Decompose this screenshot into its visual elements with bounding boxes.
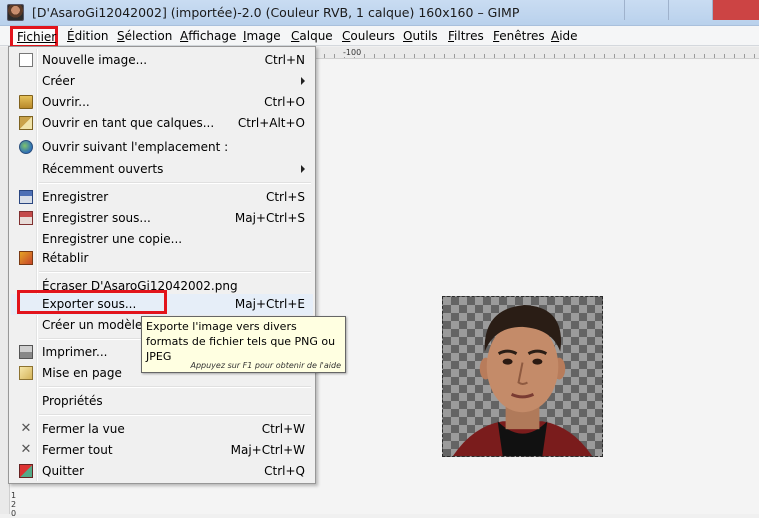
- menu-item-quitter[interactable]: Quitter Ctrl+Q: [11, 461, 313, 482]
- open-folder-icon: [19, 95, 33, 109]
- menu-fichier[interactable]: Fichier: [10, 26, 58, 48]
- menu-aide[interactable]: Aide: [551, 29, 578, 43]
- image-canvas[interactable]: [442, 296, 603, 457]
- tooltip-hint: Appuyez sur F1 pour obtenir de l'aide: [190, 361, 341, 370]
- menu-fenetres[interactable]: Fenêtres: [493, 29, 545, 43]
- menu-affichage[interactable]: Affichage: [180, 29, 236, 43]
- tooltip: Exporte l'image vers divers formats de f…: [141, 316, 346, 373]
- menu-item-fermer-vue[interactable]: ✕ Fermer la vue Ctrl+W: [11, 419, 313, 440]
- menu-item-label: Récemment ouverts: [42, 162, 164, 176]
- menu-item-shortcut: Ctrl+W: [261, 422, 305, 436]
- menu-item-shortcut: Ctrl+Q: [264, 464, 305, 478]
- close-window-button[interactable]: [712, 0, 759, 20]
- layers-icon: [19, 116, 33, 130]
- minimize-button[interactable]: [624, 0, 668, 20]
- menu-item-enregistrer-copie[interactable]: Enregistrer une copie...: [11, 229, 313, 250]
- page-setup-icon: [19, 366, 33, 380]
- menu-item-label: Créer: [42, 74, 75, 88]
- submenu-arrow-icon: [301, 77, 305, 85]
- submenu-arrow-icon: [301, 165, 305, 173]
- menu-item-label: Créer un modèle...: [42, 318, 154, 332]
- menu-item-label: Imprimer...: [42, 345, 108, 359]
- menu-item-label: Ouvrir en tant que calques...: [42, 116, 215, 130]
- menu-item-label: Quitter: [42, 464, 85, 478]
- window-title: [D'AsaroGi12042002] (importée)-2.0 (Coul…: [32, 5, 520, 20]
- menu-separator: [39, 414, 311, 416]
- export-highlight-box: [17, 290, 167, 314]
- menu-fichier-label: Fichier: [17, 30, 57, 44]
- menu-separator: [39, 271, 311, 273]
- menu-item-shortcut: Maj+Ctrl+E: [234, 297, 305, 311]
- menu-item-label: Fermer tout: [42, 443, 113, 457]
- file-menu-dropdown: Nouvelle image... Ctrl+N Créer Ouvrir...…: [8, 46, 316, 484]
- menu-separator: [39, 386, 311, 388]
- horizontal-ruler: [315, 47, 759, 59]
- menu-item-creer[interactable]: Créer: [11, 71, 313, 92]
- menu-outils[interactable]: Outils: [403, 29, 438, 43]
- menu-item-label: Rétablir: [42, 251, 89, 265]
- menu-item-shortcut: Ctrl+S: [265, 190, 305, 204]
- revert-icon: [19, 251, 33, 265]
- menu-item-enregistrer[interactable]: Enregistrer Ctrl+S: [11, 187, 313, 208]
- print-icon: [19, 345, 33, 359]
- gimp-app-icon[interactable]: [7, 4, 24, 21]
- new-document-icon: [19, 53, 33, 67]
- menu-item-label: Nouvelle image...: [42, 53, 148, 67]
- close-all-icon: ✕: [20, 442, 32, 457]
- menu-item-fermer-tout[interactable]: ✕ Fermer tout Maj+Ctrl+W: [11, 440, 313, 461]
- save-icon: [19, 190, 33, 204]
- menu-item-recemment-ouverts[interactable]: Récemment ouverts: [11, 159, 313, 180]
- menu-item-ouvrir[interactable]: Ouvrir... Ctrl+O: [11, 92, 313, 113]
- menu-bar: Fichier Édition Sélection Affichage Imag…: [0, 26, 759, 48]
- menu-item-retablir[interactable]: Rétablir: [11, 248, 313, 269]
- menu-item-label: Ouvrir suivant l'emplacement :: [42, 140, 229, 154]
- save-as-icon: [19, 211, 33, 225]
- menu-couleurs[interactable]: Couleurs: [342, 29, 395, 43]
- portrait-image: [452, 304, 593, 456]
- menu-filtres[interactable]: Filtres: [448, 29, 484, 43]
- close-icon: ✕: [20, 421, 32, 436]
- menu-item-shortcut: Ctrl+O: [264, 95, 305, 109]
- menu-item-label: Propriétés: [42, 394, 103, 408]
- menu-item-shortcut: Maj+Ctrl+W: [230, 443, 305, 457]
- globe-icon: [19, 140, 33, 154]
- menu-item-enregistrer-sous[interactable]: Enregistrer sous... Maj+Ctrl+S: [11, 208, 313, 229]
- quit-icon: [19, 464, 33, 478]
- menu-item-nouvelle-image[interactable]: Nouvelle image... Ctrl+N: [11, 50, 313, 71]
- menu-item-label: Mise en page: [42, 366, 122, 380]
- ruler-label: -100: [341, 48, 364, 57]
- ruler-num-1: 1: [11, 491, 17, 500]
- menu-selection[interactable]: Sélection: [117, 29, 172, 43]
- maximize-button[interactable]: [668, 0, 712, 20]
- menu-image[interactable]: Image: [243, 29, 281, 43]
- menu-item-ouvrir-calques[interactable]: Ouvrir en tant que calques... Ctrl+Alt+O: [11, 113, 313, 134]
- menu-item-label: Enregistrer sous...: [42, 211, 151, 225]
- menu-item-shortcut: Ctrl+Alt+O: [237, 116, 305, 130]
- title-bar: [D'AsaroGi12042002] (importée)-2.0 (Coul…: [0, 0, 759, 26]
- menu-item-shortcut: Ctrl+N: [264, 53, 305, 67]
- menu-item-label: Enregistrer: [42, 190, 109, 204]
- menu-separator: [39, 182, 311, 184]
- menu-item-label: Fermer la vue: [42, 422, 125, 436]
- tooltip-text: Exporte l'image vers divers formats de f…: [146, 320, 336, 363]
- ruler-num-2: 2: [11, 500, 17, 509]
- menu-item-shortcut: Maj+Ctrl+S: [234, 211, 305, 225]
- menu-calque[interactable]: Calque: [291, 29, 333, 43]
- window-controls: [624, 0, 759, 20]
- menu-item-label: Enregistrer une copie...: [42, 232, 183, 246]
- menu-item-label: Ouvrir...: [42, 95, 90, 109]
- menu-edition[interactable]: Édition: [67, 29, 109, 43]
- menu-item-proprietes[interactable]: Propriétés: [11, 391, 313, 412]
- menu-item-ouvrir-emplacement[interactable]: Ouvrir suivant l'emplacement :: [11, 137, 313, 158]
